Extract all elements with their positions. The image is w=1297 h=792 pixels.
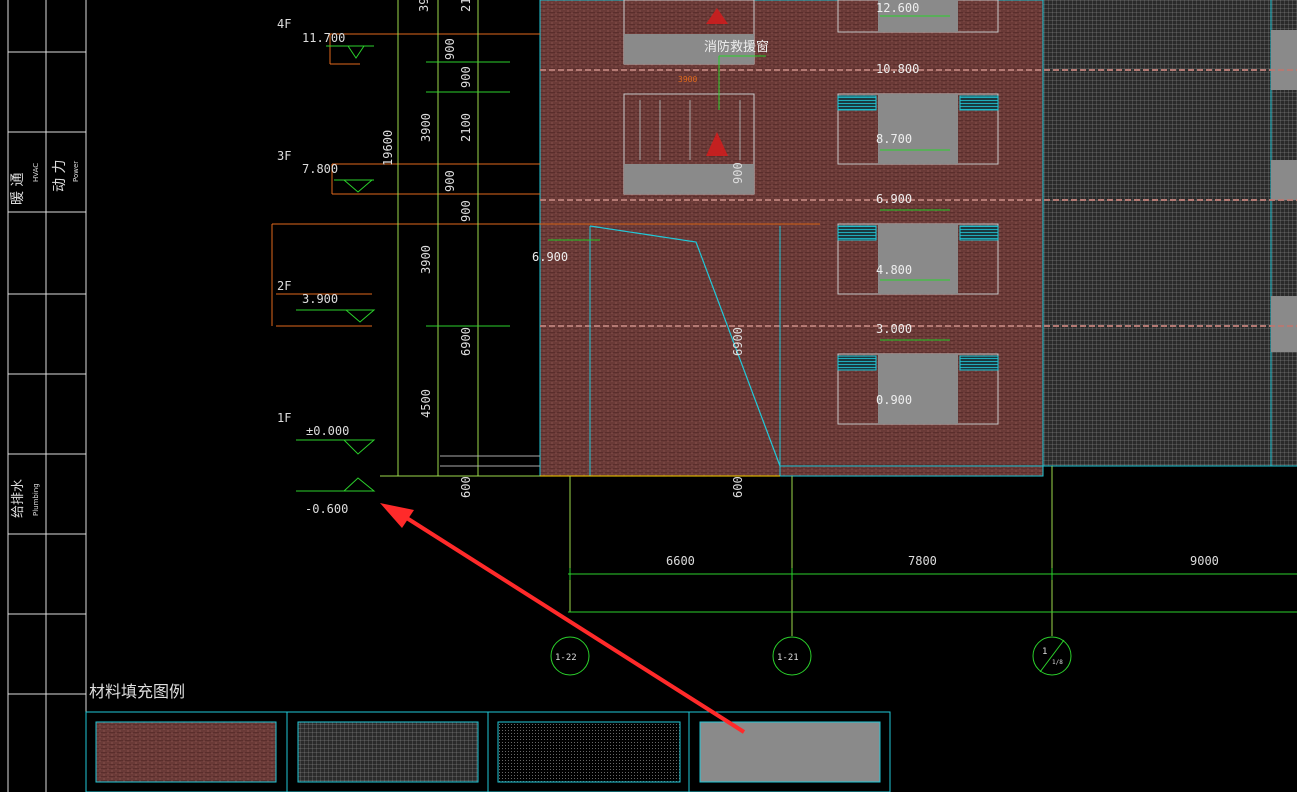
dim-2100: 2100 [459,113,473,142]
dim-600b: 600 [731,476,745,498]
level-ramp-6900: 6.900 [532,250,568,264]
cad-drawing-canvas[interactable]: 暖 通 HVAC 动 力 Power 给排水 Plumbing 4F 3F 2F… [0,0,1297,792]
elev-0000: ±0.000 [306,424,349,438]
elev-11700: 11.700 [302,31,345,45]
legend-gray-swatch [699,721,881,783]
level-8700: 8.700 [876,132,912,146]
level-3000: 3.000 [876,322,912,336]
power-en-label: Power [72,161,80,182]
dim-top-b: 21 [459,0,473,12]
elev-neg600: -0.600 [305,502,348,516]
axis-1-21: 1-21 [777,653,799,663]
legend-title: 材料填充图例 [89,682,185,701]
material-legend [85,711,891,792]
axis-3-num: 1 [1042,647,1047,657]
dim-3900b: 3900 [419,245,433,274]
axis-1-22: 1-22 [555,653,577,663]
elev-7800: 7.800 [302,162,338,176]
title-block-sidebar: 暖 通 HVAC 动 力 Power 给排水 Plumbing [7,0,87,792]
power-cn-label: 动 力 [52,160,68,192]
floor-2f-label: 2F [277,279,291,293]
red-annotation-arrow [380,503,746,734]
axis-3-den: 1/8 [1052,659,1063,666]
level-0900: 0.900 [876,393,912,407]
dim-900d: 900 [459,200,473,222]
elevation-drawing: 暖 通 HVAC 动 力 Power 给排水 Plumbing 4F 3F 2F… [7,0,1297,792]
level-6900: 6.900 [876,192,912,206]
grid-dim-6600: 6600 [666,554,695,568]
floor-4f-label: 4F [277,17,291,31]
dim-900a: 900 [443,38,457,60]
legend-brick-swatch [95,721,277,783]
dim-900e: 900 [731,162,745,184]
level-12600: 12.600 [876,1,919,15]
dim-900c: 900 [443,170,457,192]
floor-1f-label: 1F [277,411,291,425]
dim-4500: 4500 [419,389,433,418]
legend-dots-swatch [497,721,681,783]
hvac-cn-label: 暖 通 [10,173,26,205]
dim-top-a: 39 [417,0,431,12]
legend-grid-swatch [297,721,479,783]
dim-19600: 19600 [381,130,395,166]
dim-900b: 900 [459,66,473,88]
level-10800: 10.800 [876,62,919,76]
grid-dim-7800: 7800 [908,554,937,568]
floor-3f-label: 3F [277,149,291,163]
grid-dimension-line [568,568,1297,613]
fire-rescue-window-label: 消防救援窗 [704,39,769,55]
dim-ramp-6900: 6900 [731,327,745,356]
level-4800: 4.800 [876,263,912,277]
grid-axis-bubbles [550,636,1072,676]
dim-6900: 6900 [459,327,473,356]
plumbing-cn-label: 给排水 [11,479,26,518]
dim-600a: 600 [459,476,473,498]
grid-dim-9000: 9000 [1190,554,1219,568]
hvac-en-label: HVAC [32,163,40,182]
plumbing-en-label: Plumbing [32,483,40,516]
dim-3900a: 3900 [419,113,433,142]
elev-3900: 3.900 [302,292,338,306]
window-width-3900: 3900 [678,75,697,84]
